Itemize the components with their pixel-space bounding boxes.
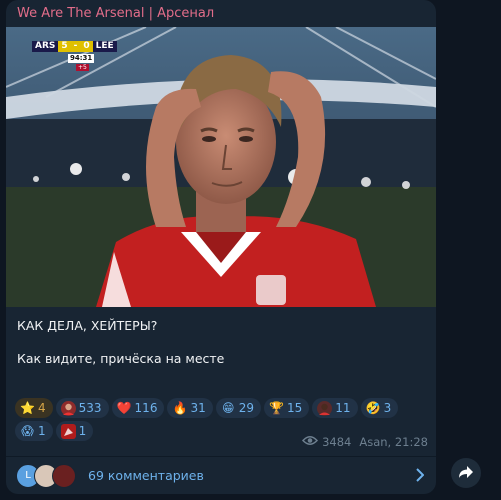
- reaction-scream[interactable]: 😱 1: [15, 421, 53, 441]
- home-score: 5: [58, 41, 71, 52]
- post-meta: 3484 Asan, 21:28: [302, 435, 428, 449]
- chevron-right-icon: [415, 467, 425, 486]
- author-time: Asan, 21:28: [359, 435, 428, 449]
- away-score: 0: [80, 41, 93, 52]
- added-time: +5: [76, 64, 89, 71]
- reaction-rofl[interactable]: 🤣 3: [360, 398, 399, 418]
- player-avatar-icon: [60, 400, 76, 416]
- avatar-letter: L: [25, 470, 31, 481]
- reaction-star[interactable]: ⭐ 4: [15, 398, 53, 418]
- reaction-custom-player[interactable]: 11: [312, 398, 358, 418]
- reaction-count: 1: [78, 424, 87, 438]
- photo-illustration: [6, 27, 436, 307]
- player-avatar-icon: [317, 400, 333, 416]
- post-text: КАК ДЕЛА, ХЕЙТЕРЫ? Как видите, причёска …: [17, 317, 224, 367]
- post-text-line: КАК ДЕЛА, ХЕЙТЕРЫ?: [17, 318, 158, 333]
- reaction-count: 1: [38, 424, 46, 438]
- grinning-face-icon: 😁: [221, 401, 235, 415]
- score-separator: -: [70, 41, 81, 52]
- away-team: LEE: [92, 41, 117, 52]
- score-bug: ARS 5 - 0 LEE: [32, 41, 117, 52]
- rofl-face-icon: 🤣: [365, 401, 381, 415]
- comments-button[interactable]: L 69 комментариев: [6, 457, 436, 494]
- channel-name[interactable]: We Are The Arsenal | Арсенал: [17, 6, 214, 21]
- screaming-face-icon: 😱: [21, 424, 34, 438]
- reaction-count: 29: [238, 401, 255, 415]
- reaction-count: 116: [134, 401, 158, 415]
- eye-icon: [302, 435, 319, 449]
- reaction-custom-player[interactable]: 533: [55, 398, 109, 418]
- fire-icon: 🔥: [172, 401, 188, 415]
- star-icon: ⭐: [20, 401, 35, 415]
- reaction-custom-player[interactable]: 1: [55, 421, 94, 441]
- comments-label: 69 комментариев: [88, 468, 204, 483]
- trophy-icon: 🏆: [269, 401, 284, 415]
- heart-icon: ❤️: [116, 401, 132, 415]
- match-clock: 94:31: [68, 54, 95, 63]
- reaction-count: 533: [78, 401, 102, 415]
- reaction-count: 4: [38, 401, 46, 415]
- reaction-heart[interactable]: ❤️ 116: [111, 398, 165, 418]
- view-count: 3484: [322, 435, 352, 449]
- reaction-count: 3: [383, 401, 392, 415]
- reaction-fire[interactable]: 🔥 31: [167, 398, 213, 418]
- reaction-count: 11: [335, 401, 351, 415]
- reaction-trophy[interactable]: 🏆 15: [264, 398, 310, 418]
- share-arrow-icon: [458, 464, 474, 483]
- message-bubble: We Are The Arsenal | Арсенал ARS 5 - 0 L…: [6, 0, 436, 494]
- share-button[interactable]: [451, 458, 481, 488]
- commenter-avatars: L: [16, 463, 86, 488]
- reaction-count: 31: [190, 401, 206, 415]
- post-text-line: Как видите, причёска на месте: [17, 351, 225, 366]
- reaction-count: 15: [287, 401, 303, 415]
- reaction-grin[interactable]: 😁 29: [215, 398, 262, 418]
- avatar: [52, 463, 76, 488]
- home-team: ARS: [32, 41, 59, 52]
- player-avatar-icon: [60, 423, 76, 439]
- post-photo[interactable]: [6, 27, 436, 307]
